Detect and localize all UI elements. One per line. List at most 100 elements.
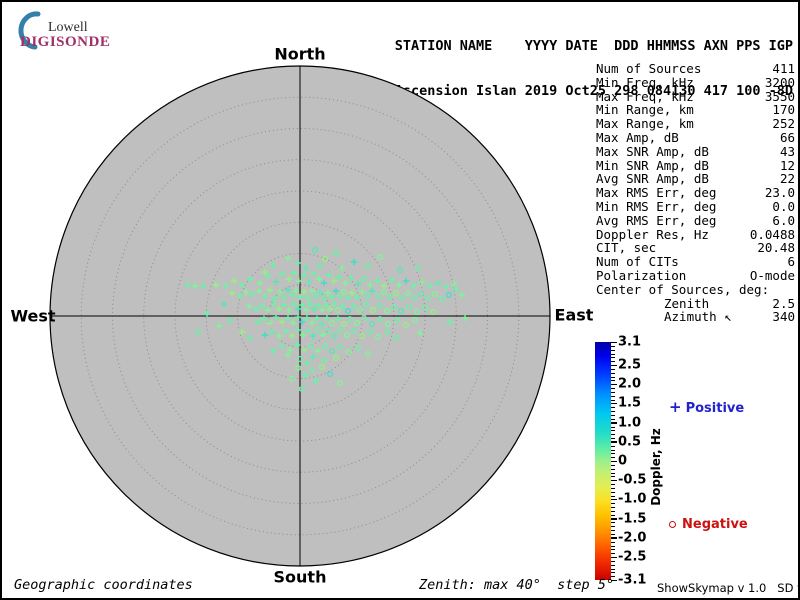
colorbar-minor-tick [611,469,615,470]
colorbar-minor-tick [611,369,615,370]
stat-value: 2.5 [772,297,795,311]
colorbar-major-tick [611,441,617,443]
colorbar-minor-tick [611,373,615,374]
legend-negative: Negative [669,517,748,532]
colorbar-minor-tick [611,354,615,355]
stat-row: Num of CITs6 [596,255,795,269]
colorbar-tick-label: 0 [618,454,627,469]
colorbar-minor-tick [611,492,615,493]
colorbar-tick-label: 1.0 [618,415,641,430]
colorbar-minor-tick [611,396,615,397]
colorbar-minor-tick [611,530,615,531]
stat-label: Zenith [664,297,709,311]
legend-positive: +Positive [669,398,744,416]
colorbar-major-tick [611,365,617,367]
plus-marker-icon: + [669,398,682,416]
colorbar-major-tick [611,537,617,539]
stat-row: Avg RMS Err, deg 6.0 [596,214,795,228]
colorbar-minor-tick [611,411,615,412]
colorbar-minor-tick [611,534,615,535]
stat-row: Max RMS Err, deg23.0 [596,186,795,200]
colorbar-major-tick [611,518,617,520]
stat-value: 0.0 [772,200,795,214]
stat-label: Avg RMS Err, deg [596,214,716,228]
colorbar-minor-tick [611,465,615,466]
program-version-label: ShowSkymap v 1.0 SD v 5.1 [657,581,800,595]
colorbar-major-tick [611,342,617,344]
stat-label: Avg SNR Amp, dB [596,172,709,186]
colorbar-minor-tick [611,407,615,408]
colorbar-minor-tick [611,350,615,351]
stat-row: Min Range, km 170 [596,103,795,117]
colorbar-minor-tick [611,572,615,573]
doppler-colorbar-title: Doppler, Hz [649,428,663,506]
colorbar-major-tick [611,499,617,501]
stat-label: Max Amp, dB [596,131,679,145]
measurement-stats-panel: Num of Sources411Min Freq, kHz3200Max Fr… [596,62,795,324]
stat-label: Doppler Res, Hz [596,228,709,242]
compass-east-label: East [555,306,594,325]
colorbar-minor-tick [611,446,615,447]
stat-value: 43 [780,145,795,159]
stat-row: Max Range, km252 [596,117,795,131]
stat-value: 340 [772,310,795,324]
stat-value: 12 [780,159,795,173]
colorbar-major-tick [611,461,617,463]
colorbar-tick-label: 2.5 [618,358,641,373]
colorbar-minor-tick [611,476,615,477]
stat-label: Max Range, km [596,117,694,131]
stat-row: Zenith 2.5 [596,297,795,311]
colorbar-major-tick [611,422,617,424]
colorbar-minor-tick [611,450,615,451]
colorbar-minor-tick [611,415,615,416]
stat-label: Min Range, km [596,103,694,117]
stat-value: 3550 [765,90,795,104]
stat-label: Min Freq, kHz [596,76,694,90]
stat-row: Avg SNR Amp, dB22 [596,172,795,186]
colorbar-minor-tick [611,377,615,378]
stat-row: PolarizationO-mode [596,269,795,283]
colorbar-tick-label: -1.0 [618,492,646,507]
colorbar-tick-label: -2.5 [618,550,646,565]
colorbar-minor-tick [611,357,615,358]
stat-label: Azimuth ↖ [664,310,732,324]
compass-south-label: South [274,568,327,587]
stat-value: 6.0 [772,214,795,228]
colorbar-minor-tick [611,453,615,454]
colorbar-minor-tick [611,361,615,362]
coordinates-mode-label: Geographic coordinates [14,577,193,593]
colorbar-tick-label: 1.5 [618,396,641,411]
stat-row: Azimuth ↖ 340 [596,310,795,324]
stat-row: Min SNR Amp, dB12 [596,159,795,173]
stat-label: Num of Sources [596,62,701,76]
zenith-scale-label: Zenith: max 40° step 5° [419,577,614,593]
colorbar-tick-label: 0.5 [618,434,641,449]
colorbar-tick-label: -3.1 [618,573,646,588]
stat-label: Max Freq, kHz [596,90,694,104]
colorbar-minor-tick [611,496,615,497]
colorbar-minor-tick [611,488,615,489]
stat-value: 411 [772,62,795,76]
stat-row: Doppler Res, Hz 0.0488 [596,228,795,242]
colorbar-minor-tick [611,503,615,504]
colorbar-minor-tick [611,542,615,543]
colorbar-minor-tick [611,434,615,435]
colorbar-minor-tick [611,511,615,512]
legend-negative-label: Negative [682,517,748,532]
showskymap-window: Lowell DIGISONDE STATION NAME YYYY DATE … [0,0,800,600]
stat-label: Num of CITs [596,255,679,269]
stat-value: 170 [772,103,795,117]
colorbar-minor-tick [611,522,615,523]
colorbar-minor-tick [611,427,615,428]
colorbar-tick-label: 2.0 [618,377,641,392]
colorbar-tick-label: 3.1 [618,335,641,350]
stat-row: Min RMS Err, deg0.0 [596,200,795,214]
stat-row: Center of Sources, deg: [596,283,795,297]
colorbar-minor-tick [611,507,615,508]
stat-value: 0.0488 [750,228,795,242]
colorbar-minor-tick [611,400,615,401]
colorbar-minor-tick [611,569,615,570]
stat-label: CIT, sec [596,241,656,255]
colorbar-minor-tick [611,553,615,554]
stat-label: Polarization [596,269,686,283]
